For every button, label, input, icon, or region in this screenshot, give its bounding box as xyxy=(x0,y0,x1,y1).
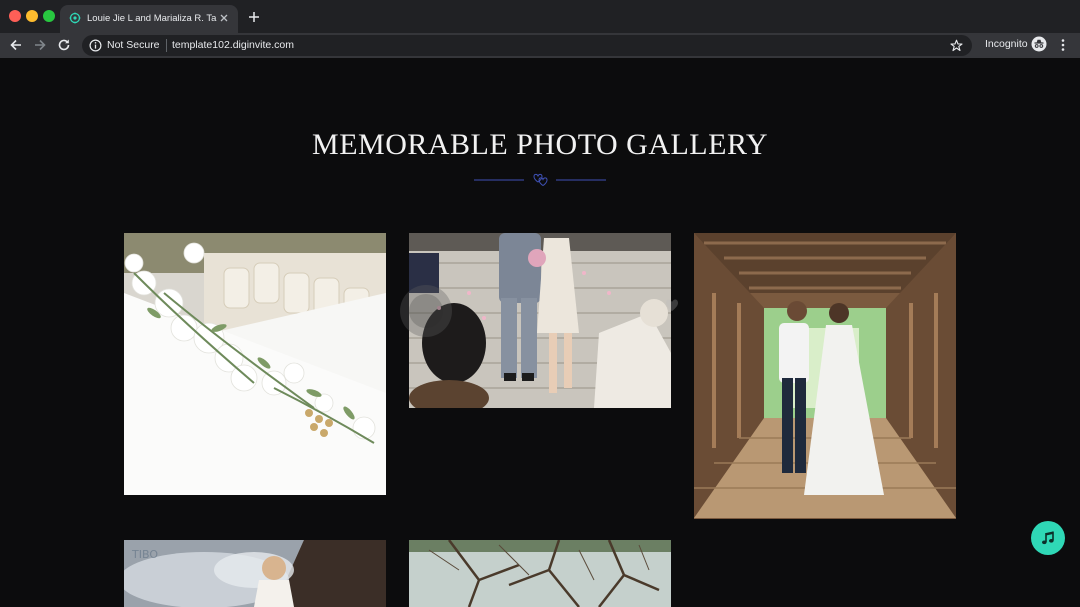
page-content: MEMORABLE PHOTO GALLERY TIBO xyxy=(0,58,1080,607)
browser-tab[interactable]: Louie Jie L and Marializa R. Tabe xyxy=(60,5,238,33)
gallery-photo-flowers[interactable] xyxy=(124,233,386,495)
close-window-button[interactable] xyxy=(9,10,21,22)
menu-icon[interactable] xyxy=(1057,38,1069,52)
omnibox-separator xyxy=(166,39,167,52)
incognito-icon[interactable] xyxy=(1031,36,1047,52)
music-toggle-button[interactable] xyxy=(1031,521,1065,555)
new-tab-icon[interactable] xyxy=(246,9,262,25)
security-status[interactable]: Not Secure xyxy=(107,39,160,52)
url-text[interactable]: template102.diginvite.com xyxy=(172,39,294,52)
gallery-title: MEMORABLE PHOTO GALLERY xyxy=(312,128,768,161)
incognito-label: Incognito xyxy=(985,38,1028,50)
tab-title: Louie Jie L and Marializa R. Tabe xyxy=(87,13,217,24)
svg-text:TIBO: TIBO xyxy=(131,548,158,561)
site-favicon-icon xyxy=(69,12,81,24)
back-icon[interactable] xyxy=(9,38,23,52)
close-tab-icon[interactable] xyxy=(218,12,230,24)
browser-toolbar: Not Secure template102.diginvite.com Inc… xyxy=(0,33,1080,58)
info-icon[interactable] xyxy=(89,39,102,52)
watermark-overlay xyxy=(400,285,678,337)
heart-divider xyxy=(474,173,606,187)
gallery-photo-trees[interactable] xyxy=(409,540,671,607)
tab-strip: Louie Jie L and Marializa R. Tabe xyxy=(0,0,1080,33)
minimize-window-button[interactable] xyxy=(26,10,38,22)
music-note-icon xyxy=(1042,531,1054,545)
address-bar[interactable]: Not Secure template102.diginvite.com xyxy=(82,35,972,56)
gallery-photo-smoke[interactable]: TIBO xyxy=(124,540,386,607)
star-icon[interactable] xyxy=(950,39,963,52)
reload-icon[interactable] xyxy=(57,38,71,52)
maximize-window-button[interactable] xyxy=(43,10,55,22)
forward-icon[interactable] xyxy=(33,38,47,52)
gallery-photo-bridge[interactable] xyxy=(694,233,956,519)
